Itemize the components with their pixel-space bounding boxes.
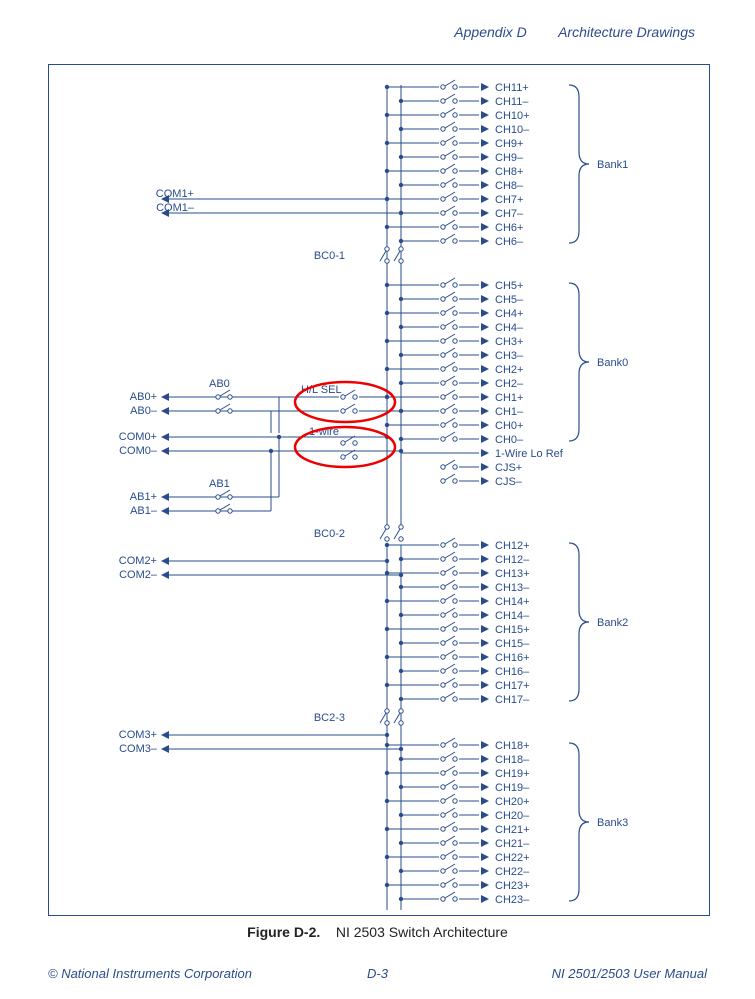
copyright: © National Instruments Corporation — [48, 966, 252, 981]
svg-text:CH20+: CH20+ — [495, 796, 530, 808]
svg-text:CH23–: CH23– — [495, 894, 530, 906]
svg-text:CH0+: CH0+ — [495, 420, 523, 432]
svg-text:CH18+: CH18+ — [495, 740, 530, 752]
page-header: Appendix D Architecture Drawings — [454, 24, 695, 40]
svg-text:CH17+: CH17+ — [495, 680, 530, 692]
svg-text:COM1+: COM1+ — [156, 188, 194, 200]
svg-text:CH18–: CH18– — [495, 754, 530, 766]
svg-text:CH4+: CH4+ — [495, 308, 523, 320]
svg-text:CH13+: CH13+ — [495, 568, 530, 580]
svg-text:COM2–: COM2– — [119, 569, 158, 581]
svg-text:Bank2: Bank2 — [597, 617, 628, 629]
svg-text:CH3+: CH3+ — [495, 336, 523, 348]
svg-text:CH14–: CH14– — [495, 610, 530, 622]
svg-text:CH3–: CH3– — [495, 350, 524, 362]
svg-text:CH20–: CH20– — [495, 810, 530, 822]
svg-text:CH2–: CH2– — [495, 378, 524, 390]
svg-text:AB1+: AB1+ — [130, 491, 157, 503]
svg-text:CH2+: CH2+ — [495, 364, 523, 376]
page-footer: © National Instruments Corporation D-3 N… — [48, 966, 707, 981]
svg-text:CH7–: CH7– — [495, 208, 524, 220]
svg-text:CH14+: CH14+ — [495, 596, 530, 608]
svg-text:COM3+: COM3+ — [119, 729, 157, 741]
svg-text:AB1: AB1 — [209, 478, 230, 490]
svg-text:CH9+: CH9+ — [495, 138, 523, 150]
svg-text:CH6–: CH6– — [495, 236, 524, 248]
svg-text:CJS+: CJS+ — [495, 462, 522, 474]
section-label: Architecture Drawings — [558, 24, 695, 40]
svg-text:CH7+: CH7+ — [495, 194, 523, 206]
svg-text:COM3–: COM3– — [119, 743, 158, 755]
svg-text:COM0+: COM0+ — [119, 431, 157, 443]
appendix-label: Appendix D — [454, 24, 526, 40]
figure-title: NI 2503 Switch Architecture — [336, 924, 508, 940]
svg-text:CH19–: CH19– — [495, 782, 530, 794]
svg-text:CH5–: CH5– — [495, 294, 524, 306]
figure-caption: Figure D-2. NI 2503 Switch Architecture — [0, 924, 755, 940]
svg-text:CH19+: CH19+ — [495, 768, 530, 780]
svg-text:CH16+: CH16+ — [495, 652, 530, 664]
svg-text:CH17–: CH17– — [495, 694, 530, 706]
svg-text:CH11+: CH11+ — [495, 82, 529, 94]
svg-text:AB1–: AB1– — [130, 505, 158, 517]
svg-text:AB0+: AB0+ — [130, 391, 157, 403]
page-number: D-3 — [367, 966, 388, 981]
svg-text:CH12–: CH12– — [495, 554, 530, 566]
svg-text:Bank3: Bank3 — [597, 817, 628, 829]
svg-text:CH5+: CH5+ — [495, 280, 523, 292]
svg-text:CH1+: CH1+ — [495, 392, 523, 404]
svg-text:CH9–: CH9– — [495, 152, 524, 164]
svg-text:AB0: AB0 — [209, 378, 230, 390]
svg-text:AB0–: AB0– — [130, 405, 158, 417]
svg-text:CH0–: CH0– — [495, 434, 524, 446]
svg-text:CH22–: CH22– — [495, 866, 530, 878]
svg-text:CH8+: CH8+ — [495, 166, 523, 178]
svg-text:CH21+: CH21+ — [495, 824, 530, 836]
svg-text:CJS–: CJS– — [495, 476, 523, 488]
svg-text:COM1–: COM1– — [156, 202, 195, 214]
switch-architecture-diagram: CH11+ CH11– CH10+ CH10– CH9+ CH9– CH8+ CH8– CH7+… — [49, 65, 709, 915]
svg-text:CH13–: CH13– — [495, 582, 530, 594]
svg-text:BC2-3: BC2-3 — [314, 712, 345, 724]
svg-text:CH10+: CH10+ — [495, 110, 530, 122]
svg-text:CH8–: CH8– — [495, 180, 524, 192]
diagram-frame: CH11+ CH11– CH10+ CH10– CH9+ CH9– CH8+ CH8– CH7+… — [48, 64, 710, 916]
svg-text:CH16–: CH16– — [495, 666, 530, 678]
svg-text:COM2+: COM2+ — [119, 555, 157, 567]
svg-text:CH4–: CH4– — [495, 322, 524, 334]
svg-text:CH10–: CH10– — [495, 124, 530, 136]
svg-text:CH12+: CH12+ — [495, 540, 530, 552]
svg-text:1-Wire Lo Ref: 1-Wire Lo Ref — [495, 448, 564, 460]
figure-label: Figure D-2. — [247, 924, 320, 940]
svg-text:Bank0: Bank0 — [597, 357, 628, 369]
svg-text:COM0–: COM0– — [119, 445, 158, 457]
svg-text:CH23+: CH23+ — [495, 880, 530, 892]
manual-title: NI 2501/2503 User Manual — [552, 966, 707, 981]
svg-text:CH15+: CH15+ — [495, 624, 530, 636]
svg-text:CH15–: CH15– — [495, 638, 530, 650]
svg-text:BC0-1: BC0-1 — [314, 250, 345, 262]
svg-text:Bank1: Bank1 — [597, 159, 628, 171]
svg-text:CH11–: CH11– — [495, 96, 529, 108]
svg-text:BC0-2: BC0-2 — [314, 528, 345, 540]
svg-text:CH21–: CH21– — [495, 838, 530, 850]
svg-text:CH1–: CH1– — [495, 406, 524, 418]
svg-text:CH22+: CH22+ — [495, 852, 530, 864]
svg-text:CH6+: CH6+ — [495, 222, 523, 234]
